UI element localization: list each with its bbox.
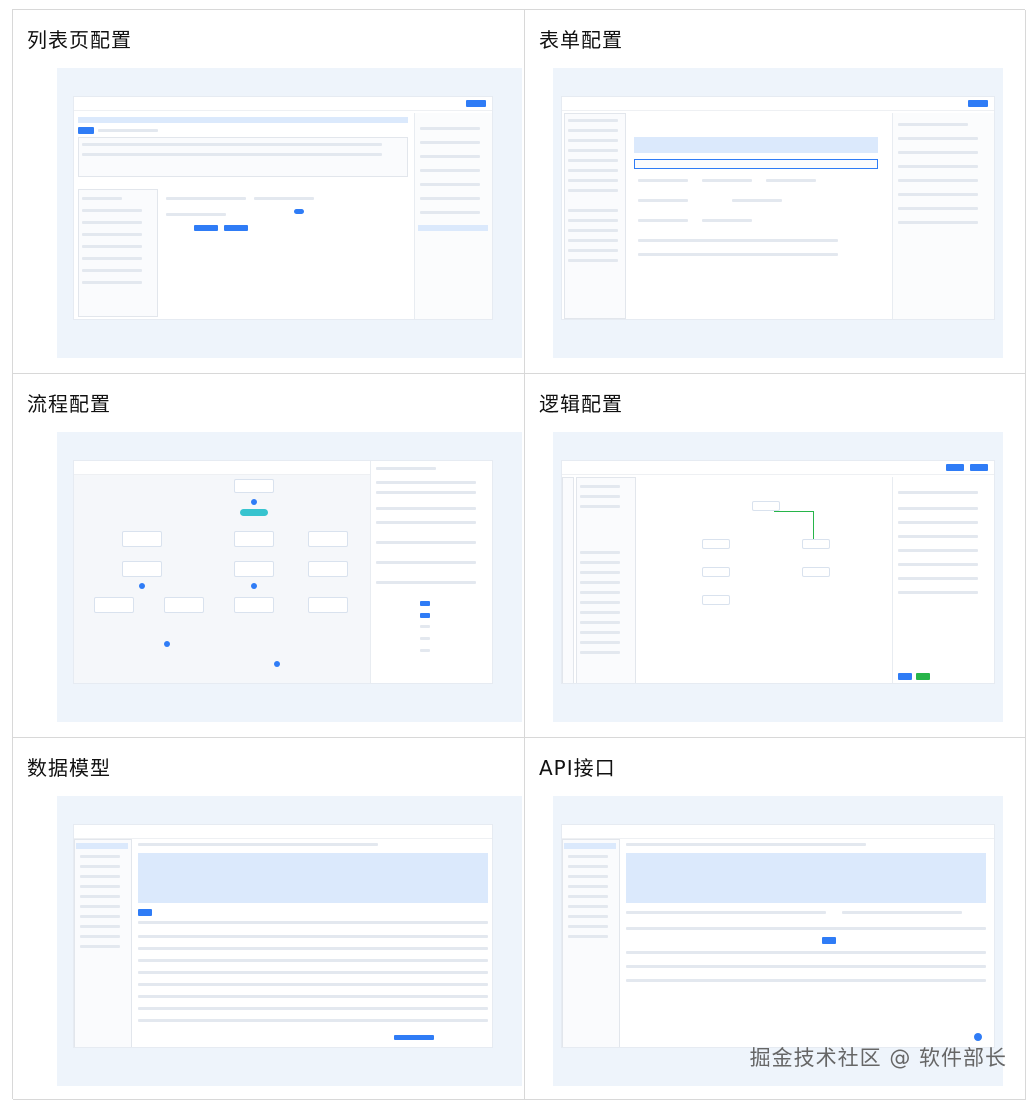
panel-flow-config: 流程配置 [13, 374, 525, 738]
form-config-screenshot [553, 68, 1003, 358]
logic-config-screenshot [553, 432, 1003, 722]
list-page-screenshot [57, 68, 522, 358]
panel-logic-config: 逻辑配置 [525, 374, 1026, 738]
panel-title: 数据模型 [27, 756, 111, 780]
flow-config-screenshot [57, 432, 522, 722]
watermark-text: 掘金技术社区 @ 软件部长 [749, 1046, 1007, 1070]
feature-grid: 列表页配置 表单配置 流程配置 逻辑配置 数据模型 API接口 [12, 9, 1026, 1100]
panel-title: 表单配置 [539, 28, 623, 52]
panel-title: 逻辑配置 [539, 392, 623, 416]
panel-title: 流程配置 [27, 392, 111, 416]
panel-title: 列表页配置 [27, 28, 132, 52]
panel-title: API接口 [539, 756, 616, 780]
panel-form-config: 表单配置 [525, 10, 1026, 374]
panel-data-model: 数据模型 [13, 738, 525, 1100]
data-model-screenshot [57, 796, 522, 1086]
panel-list-page: 列表页配置 [13, 10, 525, 374]
